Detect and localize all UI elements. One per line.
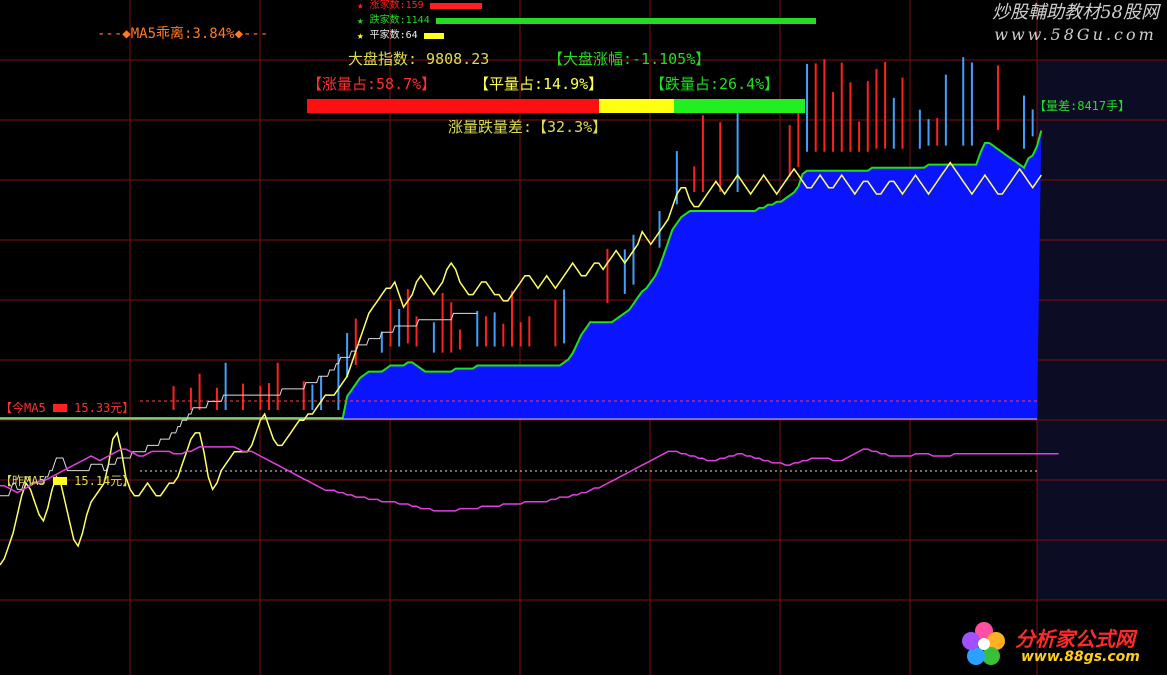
flat-volume-share-label: 【平量占:14.9%】 (474, 75, 604, 93)
index-change-label: 【大盘涨幅:-1.105%】 (548, 50, 711, 68)
today-ma5-marker (52, 404, 67, 412)
watermark-top-url: www.58Gu.com (994, 25, 1157, 44)
volume-gap-label: 【量差:8417手】 (1034, 99, 1131, 113)
down-volume-share-label: 【跌量占:26.4%】 (650, 75, 780, 93)
star-icon: ★ (357, 14, 364, 27)
right-panel-bg (1037, 60, 1167, 600)
volume-share-up-segment (307, 99, 600, 113)
up-volume-share-label: 【涨量占:58.7%】 (307, 75, 437, 93)
watermark-top-title: 炒股輔助教材58股网 (992, 2, 1159, 23)
legend-row-down: ★ 跌家数:1144 (357, 15, 816, 27)
index-value-label: 大盘指数: 9808.23 (348, 50, 490, 68)
legend-label-flat: 平家数:64 (369, 30, 418, 41)
watermark-bottom-url: www.88gs.com (1021, 649, 1140, 665)
watermark-top: 炒股輔助教材58股网 www.58Gu.com (992, 2, 1159, 46)
star-icon: ★ (357, 0, 364, 12)
breadth-line (0, 446, 1059, 512)
watermark-bottom: 分析家公式网 www.88gs.com (959, 617, 1159, 671)
legend-bar-flat (423, 33, 444, 39)
legend-bar-down (435, 18, 816, 24)
today-ma5-value: 15.33元】 (74, 401, 135, 415)
volume-share-down-segment (673, 99, 805, 113)
volume-area (0, 131, 1042, 419)
legend-label-up: 涨家数:159 (369, 0, 424, 11)
volume-diff-label: 涨量跌量差:【32.3%】 (448, 118, 608, 136)
legend-label-down: 跌家数:1144 (369, 15, 430, 26)
star-icon: ★ (357, 29, 364, 42)
today-ma5-prefix: 【今MA5 (0, 401, 46, 415)
legend-row-flat: ★ 平家数:64 (357, 30, 444, 42)
today-ma5-label: 【今MA5 15.33元】 (0, 401, 134, 416)
ma5-deviation-label: ---◆MA5乖离:3.84%◆--- (97, 26, 269, 42)
volume-share-flat-segment (599, 99, 674, 113)
prev-ma5-value: 15.14元】 (74, 474, 135, 488)
legend-row-up: ★ 涨家数:159 (357, 0, 482, 12)
prev-ma5-prefix: 【昨MA5 (0, 474, 46, 488)
prev-ma5-label: 【昨MA5 15.14元】 (0, 474, 134, 489)
volume-share-bar (307, 99, 805, 113)
legend-bar-up (429, 3, 482, 9)
flower-logo-icon (962, 622, 1005, 665)
watermark-bottom-title: 分析家公式网 (1015, 627, 1135, 651)
prev-ma5-marker (52, 477, 67, 485)
